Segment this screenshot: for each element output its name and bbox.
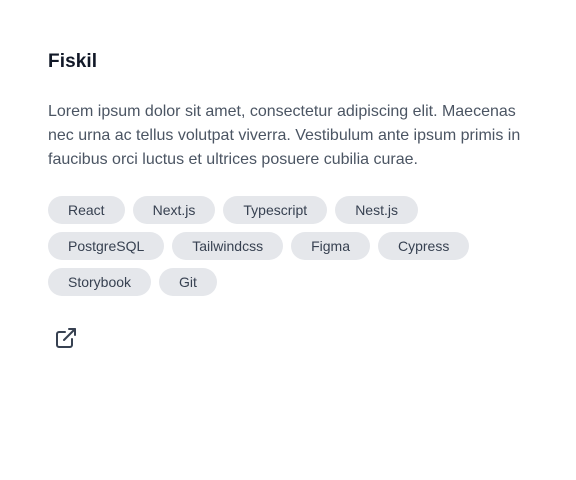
- tech-tag: Git: [159, 268, 217, 296]
- tech-tag: PostgreSQL: [48, 232, 165, 260]
- project-card: Fiskil Lorem ipsum dolor sit amet, conse…: [48, 48, 528, 355]
- external-link-icon: [56, 328, 76, 348]
- tech-tag: Typescript: [223, 196, 328, 224]
- tech-tags: React Next.js Typescript Nest.js Postgre…: [48, 196, 528, 296]
- project-title: Fiskil: [48, 51, 98, 72]
- project-description: Lorem ipsum dolor sit amet, consectetur …: [48, 103, 521, 168]
- tech-tag: React: [48, 196, 125, 224]
- tech-tag: Figma: [291, 232, 370, 260]
- tech-tag: Storybook: [48, 268, 152, 296]
- external-link-button[interactable]: [54, 326, 78, 350]
- tech-tag: Cypress: [377, 232, 470, 260]
- tech-tag: Next.js: [132, 196, 216, 224]
- tech-tag: Nest.js: [335, 196, 418, 224]
- tech-tag: Tailwindcss: [172, 232, 284, 260]
